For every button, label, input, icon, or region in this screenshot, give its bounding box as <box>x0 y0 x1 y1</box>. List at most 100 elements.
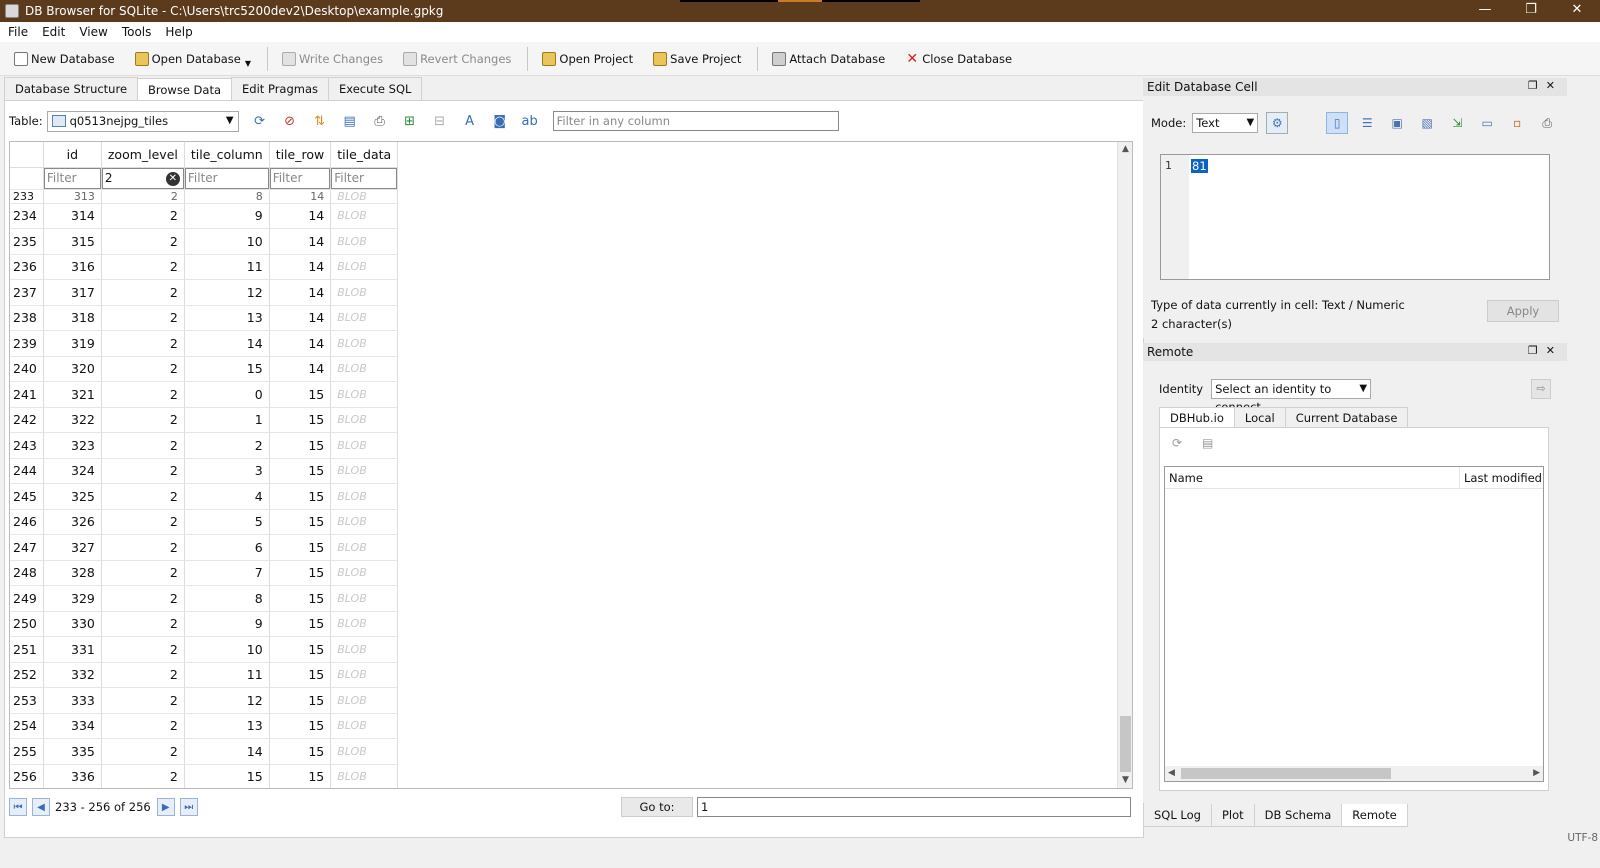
cell-tile-row[interactable]: 15 <box>269 611 332 637</box>
cell-tile-row[interactable]: 15 <box>269 509 332 535</box>
table-select[interactable]: q0513nejpg_tiles ▼ <box>46 110 239 132</box>
row-number[interactable]: 243 <box>10 432 44 459</box>
table-row[interactable]: 249 329 2 8 15 BLOB <box>10 585 399 612</box>
cell-tile-data[interactable]: BLOB <box>330 228 399 255</box>
cell-id[interactable]: 329 <box>43 585 102 612</box>
cell-tile-column[interactable]: 9 <box>184 203 270 229</box>
refresh-icon[interactable]: ⟳ <box>1172 436 1190 454</box>
auto-switch-mode-icon[interactable]: ⚙ <box>1266 112 1289 134</box>
cell-tile-data[interactable]: BLOB <box>330 381 399 408</box>
cell-id[interactable]: 331 <box>43 636 102 663</box>
cell-tile-column[interactable]: 8 <box>184 189 270 204</box>
table-row[interactable]: 254 334 2 13 15 BLOB <box>10 713 399 739</box>
cell-tile-data[interactable]: BLOB <box>330 458 399 484</box>
cell-tile-data[interactable]: BLOB <box>330 611 399 637</box>
cell-id[interactable]: 333 <box>43 687 102 714</box>
cell-tile-data[interactable]: BLOB <box>330 356 399 382</box>
float-dock-icon[interactable]: ❐ <box>1528 344 1546 357</box>
tab-local[interactable]: Local <box>1233 407 1286 428</box>
row-number[interactable]: 238 <box>10 305 44 331</box>
column-header-last-modified[interactable]: Last modified <box>1459 467 1542 489</box>
auto-format-icon[interactable]: ☰ <box>1356 112 1378 134</box>
cell-tile-row[interactable]: 15 <box>269 407 332 433</box>
table-row[interactable]: 240 320 2 15 14 BLOB <box>10 356 399 382</box>
cell-tile-column[interactable]: 11 <box>184 662 270 688</box>
table-row[interactable]: 246 326 2 5 15 BLOB <box>10 509 399 535</box>
cell-zoom-level[interactable]: 2 <box>101 189 185 204</box>
cell-id[interactable]: 313 <box>43 189 102 204</box>
cell-tile-data[interactable]: BLOB <box>330 764 399 788</box>
close-dock-icon[interactable]: ✕ <box>1546 79 1563 92</box>
cell-tile-row[interactable]: 14 <box>269 279 332 306</box>
cell-tile-row[interactable]: 14 <box>269 203 332 229</box>
cell-id[interactable]: 324 <box>43 458 102 484</box>
menu-edit[interactable]: Edit <box>42 25 65 39</box>
cell-zoom-level[interactable]: 2 <box>101 738 185 765</box>
row-number[interactable]: 240 <box>10 356 44 382</box>
cell-tile-column[interactable]: 14 <box>184 738 270 765</box>
column-header-tile-data[interactable]: tile_data <box>330 142 399 168</box>
cell-id[interactable]: 320 <box>43 356 102 382</box>
chevron-down-icon[interactable]: ▼ <box>245 59 251 68</box>
cell-zoom-level[interactable]: 2 <box>101 585 185 612</box>
cell-tile-data[interactable]: BLOB <box>330 534 399 561</box>
cell-zoom-level[interactable]: 2 <box>101 483 185 510</box>
open-external-icon[interactable]: ▭ <box>1476 112 1498 134</box>
cell-tile-column[interactable]: 11 <box>184 254 270 280</box>
cell-tile-column[interactable]: 13 <box>184 713 270 739</box>
table-row[interactable]: 256 336 2 15 15 BLOB <box>10 764 399 788</box>
cell-zoom-level[interactable]: 2 <box>101 381 185 408</box>
cell-id[interactable]: 327 <box>43 534 102 561</box>
tab-execute-sql[interactable]: Execute SQL <box>328 77 423 100</box>
cell-tile-row[interactable]: 15 <box>269 636 332 663</box>
cell-zoom-level[interactable]: 2 <box>101 356 185 382</box>
identity-select[interactable]: Select an identity to connect ▼ <box>1211 379 1372 414</box>
cell-zoom-level[interactable]: 2 <box>101 330 185 357</box>
cell-tile-row[interactable]: 14 <box>269 189 332 204</box>
push-database-icon[interactable]: ⇨ <box>1531 379 1551 399</box>
cell-tile-row[interactable]: 15 <box>269 432 332 459</box>
filter-input-zoom-level[interactable]: 2 ✕ <box>101 167 184 189</box>
table-row[interactable]: 248 328 2 7 15 BLOB <box>10 560 399 586</box>
table-row[interactable]: 253 333 2 12 15 BLOB <box>10 687 399 714</box>
cell-tile-row[interactable]: 15 <box>269 687 332 714</box>
cell-id[interactable]: 326 <box>43 509 102 535</box>
cell-tile-column[interactable]: 5 <box>184 509 270 535</box>
tab-browse-data[interactable]: Browse Data <box>137 78 233 100</box>
cell-tile-row[interactable]: 14 <box>269 254 332 280</box>
cell-id[interactable]: 322 <box>43 407 102 433</box>
cell-tile-row[interactable]: 15 <box>269 764 332 788</box>
row-number[interactable]: 233 <box>10 189 44 204</box>
menu-view[interactable]: View <box>79 25 107 39</box>
remote-tree[interactable]: Name Last modified ◀ ▶ <box>1164 466 1544 782</box>
clear-filter-icon[interactable]: ✕ <box>165 171 180 186</box>
float-dock-icon[interactable]: ❐ <box>1528 79 1546 92</box>
menu-tools[interactable]: Tools <box>122 25 152 39</box>
cell-id[interactable]: 321 <box>43 381 102 408</box>
cell-id[interactable]: 330 <box>43 611 102 637</box>
row-number[interactable]: 241 <box>10 381 44 408</box>
import-file-icon[interactable]: ▣ <box>1386 112 1408 134</box>
cell-tile-row[interactable]: 15 <box>269 662 332 688</box>
menu-file[interactable]: File <box>8 25 28 39</box>
cell-id[interactable]: 319 <box>43 330 102 357</box>
menu-help[interactable]: Help <box>165 25 192 39</box>
minimize-button[interactable]: — <box>1462 0 1508 22</box>
cell-id[interactable]: 315 <box>43 228 102 255</box>
row-number[interactable]: 242 <box>10 407 44 433</box>
tab-plot[interactable]: Plot <box>1210 804 1255 827</box>
cell-tile-row[interactable]: 14 <box>269 356 332 382</box>
cell-tile-row[interactable]: 15 <box>269 458 332 484</box>
cell-tile-row[interactable]: 15 <box>269 585 332 612</box>
filter-input-tile-column[interactable]: Filter <box>184 167 269 189</box>
cell-tile-data[interactable]: BLOB <box>330 203 399 229</box>
cell-zoom-level[interactable]: 2 <box>101 203 185 229</box>
write-changes-button[interactable]: Write Changes <box>276 46 389 72</box>
row-number[interactable]: 252 <box>10 662 44 688</box>
previous-record-icon[interactable]: ◀ <box>32 798 50 816</box>
row-number[interactable]: 237 <box>10 279 44 306</box>
cell-tile-column[interactable]: 13 <box>184 305 270 331</box>
open-database-button[interactable]: Open Database ▼ <box>129 46 257 72</box>
cell-tile-data[interactable]: BLOB <box>330 560 399 586</box>
table-row[interactable]: 247 327 2 6 15 BLOB <box>10 534 399 561</box>
